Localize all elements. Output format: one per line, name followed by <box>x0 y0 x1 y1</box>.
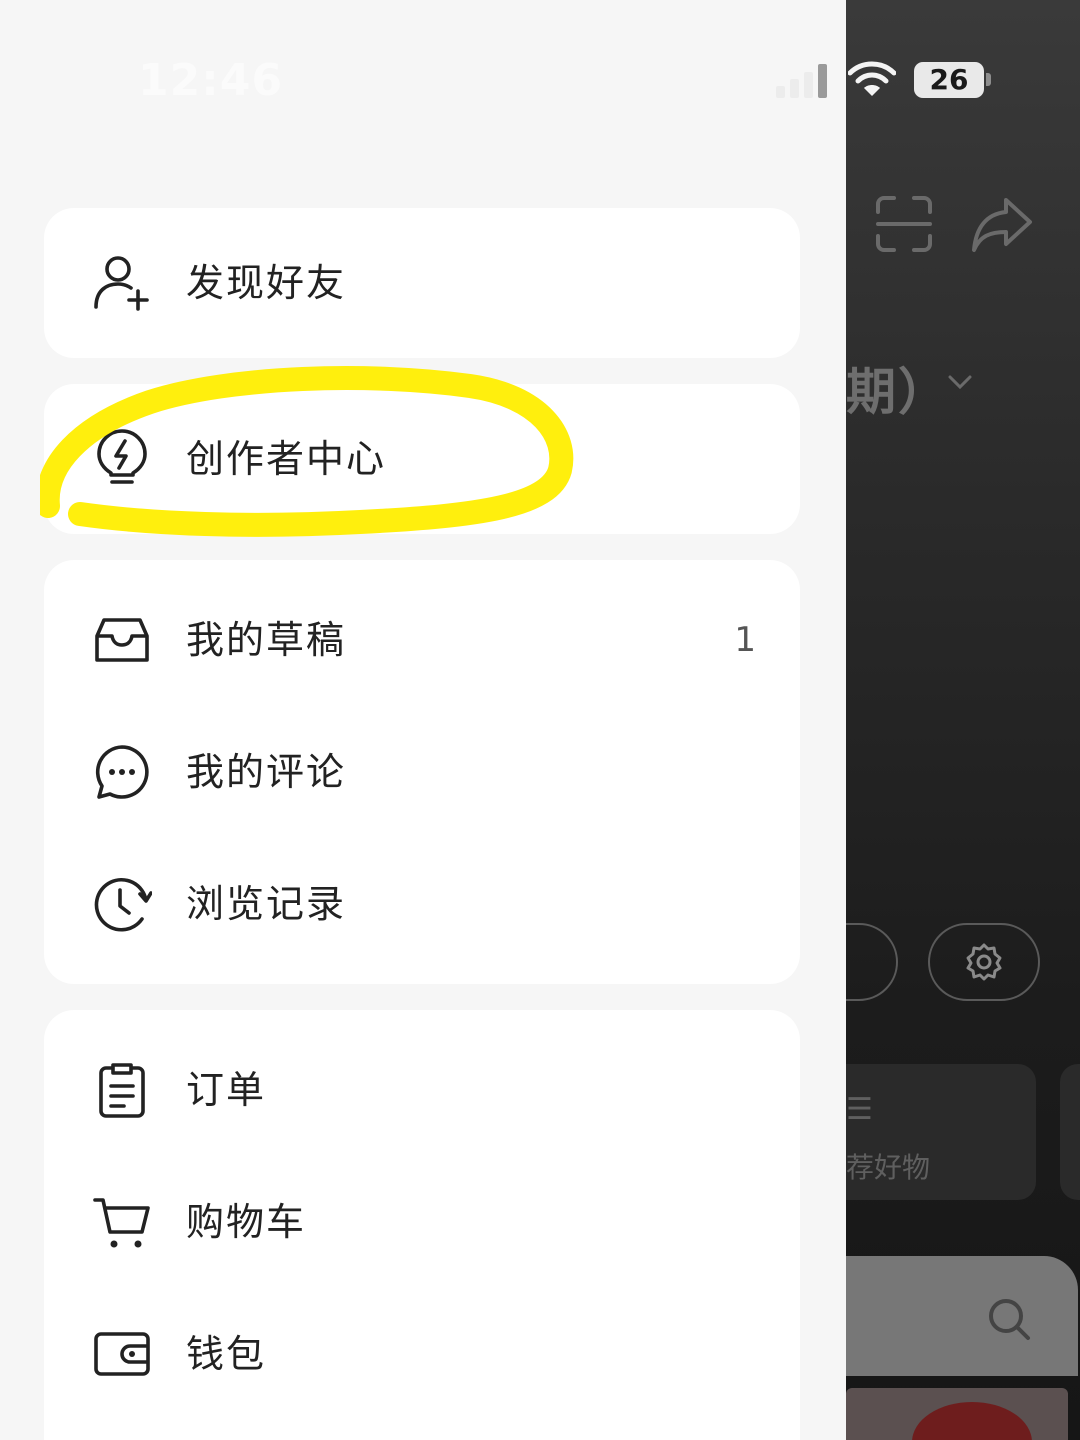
wifi-icon <box>848 61 896 96</box>
menu-item-find-friends[interactable]: 发现好友 <box>44 223 800 343</box>
add-user-icon <box>94 256 149 311</box>
menu-item-label: 创作者中心 <box>186 437 387 481</box>
battery-indicator: 26 <box>914 62 984 98</box>
wallet-icon <box>94 1332 150 1376</box>
menu-item-label: 钱包 <box>186 1332 267 1376</box>
menu-item-drafts[interactable]: 我的草稿 1 <box>44 580 800 700</box>
menu-item-history[interactable]: 浏览记录 <box>44 844 800 964</box>
menu-item-creator-center[interactable]: 创作者中心 <box>44 399 800 519</box>
menu-item-wallet[interactable]: 钱包 <box>44 1294 800 1414</box>
card-find-friends: 发现好友 <box>44 208 800 358</box>
menu-item-label: 发现好友 <box>186 261 347 305</box>
draft-count: 1 <box>734 620 756 660</box>
background-title: 期） <box>846 363 950 421</box>
background-card-label: 荐好物 <box>846 1151 931 1184</box>
lightbulb-bolt-icon <box>97 429 147 484</box>
history-clock-icon <box>94 877 152 932</box>
background-photo <box>846 1388 1068 1440</box>
background-card-2[interactable] <box>1060 1064 1080 1200</box>
gear-icon <box>966 943 1002 981</box>
battery-tip <box>986 73 991 86</box>
cart-icon <box>93 1198 150 1248</box>
menu-item-comments[interactable]: 我的评论 <box>44 712 800 832</box>
side-drawer: 发现好友 创作者中心 我的草稿 1 我的评论 浏览记录 订单 购物车 钱包 <box>0 0 846 1440</box>
chat-bubble-icon <box>95 745 149 799</box>
menu-item-label: 订单 <box>186 1068 267 1112</box>
menu-item-label: 购物车 <box>186 1200 307 1244</box>
cellular-signal-icon <box>776 64 827 98</box>
clipboard-icon <box>99 1063 145 1118</box>
share-icon[interactable] <box>970 194 1034 254</box>
status-time: 12:46 <box>138 55 284 106</box>
search-icon[interactable] <box>986 1296 1032 1342</box>
menu-item-label: 我的评论 <box>186 750 347 794</box>
inbox-tray-icon <box>95 618 149 662</box>
card-content: 我的草稿 1 我的评论 浏览记录 <box>44 560 800 984</box>
chevron-down-icon[interactable] <box>946 372 974 392</box>
menu-item-orders[interactable]: 订单 <box>44 1030 800 1150</box>
card-creator-center: 创作者中心 <box>44 384 800 534</box>
card-shopping: 订单 购物车 钱包 <box>44 1010 800 1440</box>
scan-icon[interactable] <box>874 194 934 254</box>
menu-item-cart[interactable]: 购物车 <box>44 1162 800 1282</box>
menu-item-label: 浏览记录 <box>186 882 347 926</box>
menu-item-label: 我的草稿 <box>186 618 347 662</box>
background-card-icon: ☰ <box>846 1092 873 1127</box>
settings-button[interactable] <box>928 923 1040 1001</box>
